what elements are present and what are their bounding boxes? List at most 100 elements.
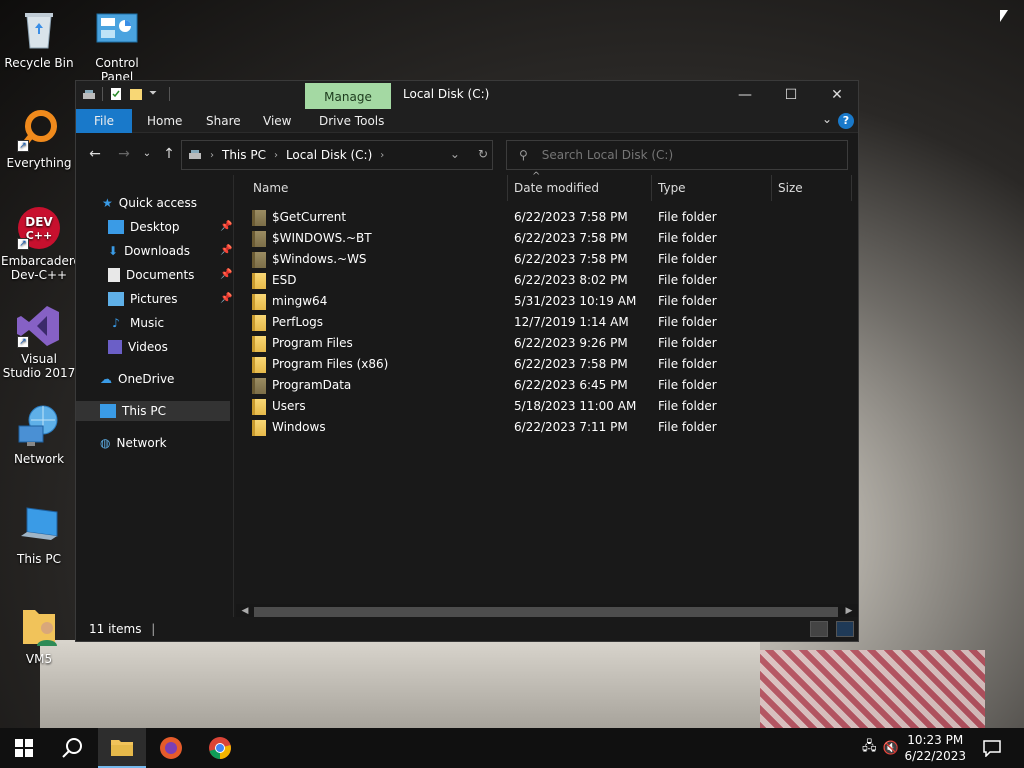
table-row[interactable]: $GetCurrent 6/22/2023 7:58 PM File folder (252, 207, 852, 228)
search-input[interactable] (541, 148, 822, 162)
address-bar-controls: ⌄ ↻ (450, 147, 488, 161)
taskbar-clock[interactable]: 10:23 PM 6/22/2023 (904, 732, 966, 764)
desktop-icon-label: VM5 (25, 652, 53, 666)
computer-icon (100, 404, 116, 418)
desktop-icon-devcpp[interactable]: DEV C++ ↗ Embarcadero Dev-C++ (1, 206, 81, 282)
taskbar-chrome[interactable] (196, 728, 244, 768)
refresh-icon[interactable]: ↻ (478, 147, 488, 161)
minimize-button[interactable]: — (722, 81, 768, 109)
table-row[interactable]: Program Files (x86) 6/22/2023 7:58 PM File… (252, 354, 852, 375)
breadcrumb-this-pc[interactable]: This PC (222, 148, 266, 162)
taskbar-file-explorer[interactable] (98, 728, 146, 768)
details-view-icon[interactable] (810, 621, 828, 637)
help-icon[interactable]: ? (838, 113, 854, 129)
manage-tab[interactable]: Manage (305, 83, 391, 109)
tab-home[interactable]: Home (135, 109, 194, 133)
sidebar-item-quick-access[interactable]: ★ Quick access (102, 193, 197, 213)
forward-arrow-icon[interactable]: → (113, 143, 135, 165)
desktop-icon-everything[interactable]: ↗ Everything (1, 108, 77, 170)
breadcrumb-separator-icon[interactable]: › (380, 150, 384, 161)
address-bar[interactable]: › This PC › Local Disk (C:) › ⌄ ↻ (181, 140, 493, 170)
table-row[interactable]: Users 5/18/2023 11:00 AM File folder (252, 396, 852, 417)
taskbar: 🖧 🔇 10:23 PM 6/22/2023 (0, 728, 1024, 768)
clock-date: 6/22/2023 (904, 749, 966, 763)
navigation-bar: ← → ⌄ ↑ › This PC › Local Disk (C:) › ⌄ … (76, 133, 858, 175)
table-row[interactable]: ProgramData 6/22/2023 6:45 PM File folder (252, 375, 852, 396)
table-row[interactable]: mingw64 5/31/2023 10:19 AM File folder (252, 291, 852, 312)
windows-logo-icon (15, 739, 33, 757)
explorer-body: ★ Quick access Desktop 📌 ⬇ Downloads 📌 D… (76, 171, 858, 619)
tab-share[interactable]: Share (194, 109, 253, 133)
recent-locations-chevron-icon[interactable]: ⌄ (136, 143, 158, 165)
customize-toolbar-icon[interactable]: ⏷ (149, 87, 163, 101)
type-cell: File folder (658, 420, 717, 434)
file-name: Program Files (x86) (272, 357, 389, 371)
desktop-icon-network[interactable]: Network (1, 404, 77, 466)
column-header-date-modified[interactable]: Date modified (508, 175, 652, 201)
toolbar-separator (169, 87, 170, 101)
volume-muted-icon[interactable]: 🔇 (883, 741, 899, 756)
maximize-button[interactable]: ☐ (768, 81, 814, 109)
title-bar[interactable]: ⏷ Manage Local Disk (C:) — ☐ ✕ (76, 81, 858, 109)
properties-icon[interactable] (109, 87, 123, 101)
pin-icon[interactable]: 📌 (220, 245, 232, 256)
breadcrumb-separator-icon[interactable]: › (274, 150, 278, 161)
tab-view[interactable]: View (251, 109, 303, 133)
table-row[interactable]: Program Files 6/22/2023 9:26 PM File folde… (252, 333, 852, 354)
sidebar-item-label: Downloads (124, 244, 190, 258)
start-button[interactable] (0, 728, 48, 768)
expand-ribbon-chevron-icon[interactable]: ⌄ (822, 112, 832, 126)
taskbar-firefox[interactable] (147, 728, 195, 768)
action-center-button[interactable] (968, 728, 1016, 768)
sidebar-item-network[interactable]: ◍ Network (100, 433, 167, 453)
table-row[interactable]: ESD 6/22/2023 8:02 PM File folder (252, 270, 852, 291)
large-icons-view-icon[interactable] (836, 621, 854, 637)
sidebar-item-this-pc[interactable]: This PC (76, 401, 230, 421)
table-row[interactable]: PerfLogs 12/7/2019 1:14 AM File folder (252, 312, 852, 333)
search-box[interactable]: ⚲ (506, 140, 848, 170)
column-header-name[interactable]: Name (247, 175, 508, 201)
tab-file[interactable]: File (76, 109, 132, 133)
file-name: $WINDOWS.~BT (272, 231, 372, 245)
file-name: ESD (272, 273, 297, 287)
desktop-icon-this-pc[interactable]: This PC (1, 504, 77, 566)
breadcrumb-separator-icon[interactable]: › (210, 150, 214, 161)
table-row[interactable]: $Windows.~WS 6/22/2023 7:58 PM File folder (252, 249, 852, 270)
type-cell: File folder (658, 315, 717, 329)
file-explorer-window[interactable]: ⏷ Manage Local Disk (C:) — ☐ ✕ File Home… (75, 80, 859, 642)
table-row[interactable]: Windows 6/22/2023 7:11 PM File folder (252, 417, 852, 438)
sidebar-item-pictures[interactable]: Pictures (108, 289, 178, 309)
address-history-chevron-icon[interactable]: ⌄ (450, 147, 460, 161)
desktop-icon-vm5[interactable]: VM5 (1, 604, 77, 666)
breadcrumb-local-disk[interactable]: Local Disk (C:) (286, 148, 372, 162)
sidebar-item-desktop[interactable]: Desktop (108, 217, 180, 237)
sidebar-item-downloads[interactable]: ⬇ Downloads (108, 241, 190, 261)
taskbar-search-button[interactable] (48, 728, 96, 768)
sidebar-item-label: This PC (122, 404, 166, 418)
close-button[interactable]: ✕ (814, 81, 860, 109)
quick-access-toolbar: ⏷ (82, 87, 170, 101)
file-name-cell: $GetCurrent (252, 207, 346, 228)
desktop-icon-recycle-bin[interactable]: Recycle Bin (1, 8, 77, 70)
pin-icon[interactable]: 📌 (220, 269, 232, 280)
table-row[interactable]: $WINDOWS.~BT 6/22/2023 7:58 PM File folder (252, 228, 852, 249)
sidebar-item-onedrive[interactable]: ☁ OneDrive (100, 369, 174, 389)
pin-icon[interactable]: 📌 (220, 221, 232, 232)
scrollbar-thumb[interactable] (254, 607, 838, 617)
column-header-type[interactable]: Type (652, 175, 772, 201)
network-status-icon[interactable]: 🖧 (862, 737, 877, 759)
drive-icon[interactable] (82, 87, 96, 101)
pin-icon[interactable]: 📌 (220, 293, 232, 304)
sidebar-item-documents[interactable]: Documents (108, 265, 194, 285)
up-arrow-icon[interactable]: ↑ (158, 143, 180, 165)
column-header-size[interactable]: Size (772, 175, 852, 201)
sidebar-item-music[interactable]: ♪ Music (108, 313, 164, 333)
tab-drive-tools[interactable]: Drive Tools (307, 109, 396, 133)
navigation-pane: ★ Quick access Desktop 📌 ⬇ Downloads 📌 D… (76, 175, 234, 619)
date-modified-cell: 5/31/2023 10:19 AM (514, 294, 637, 308)
desktop-icon-visual-studio[interactable]: ↗ Visual Studio 2017 (1, 304, 77, 380)
new-folder-icon[interactable] (129, 87, 143, 101)
sidebar-item-videos[interactable]: Videos (108, 337, 168, 357)
back-arrow-icon[interactable]: ← (84, 143, 106, 165)
desktop-icon-control-panel[interactable]: Control Panel (79, 8, 155, 84)
